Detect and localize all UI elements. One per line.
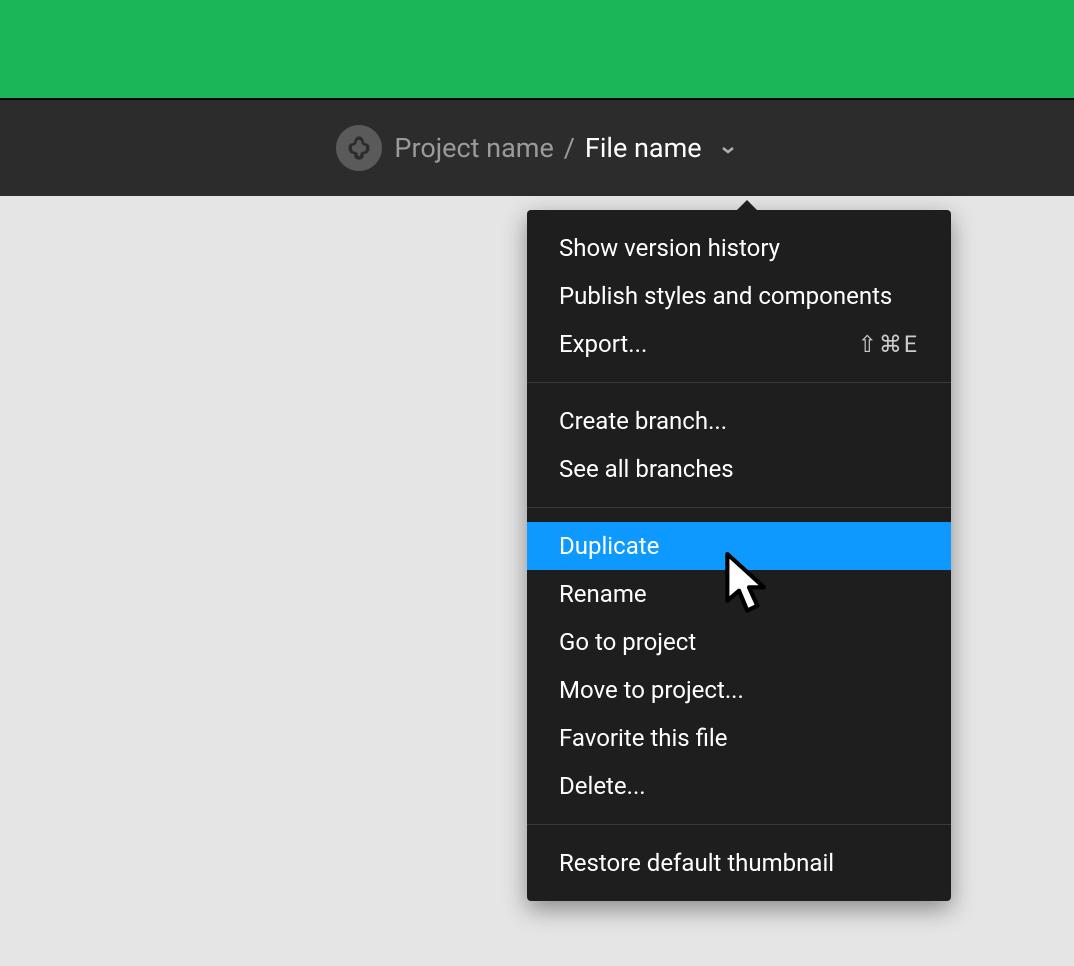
menu-item-label: Restore default thumbnail xyxy=(559,849,834,877)
menu-item-label: Delete... xyxy=(559,772,646,800)
menu-item-restore-thumbnail[interactable]: Restore default thumbnail xyxy=(527,839,951,887)
menu-item-label: Favorite this file xyxy=(559,724,728,752)
menu-item-move-to-project[interactable]: Move to project... xyxy=(527,666,951,714)
menu-item-create-branch[interactable]: Create branch... xyxy=(527,397,951,445)
breadcrumb: Project name / File name xyxy=(394,132,737,164)
file-context-menu: Show version history Publish styles and … xyxy=(527,210,951,901)
menu-item-export[interactable]: Export... ⇧⌘E xyxy=(527,320,951,368)
menu-section: Create branch... See all branches xyxy=(527,397,951,493)
menu-item-label: Move to project... xyxy=(559,676,744,704)
menu-divider xyxy=(527,507,951,508)
menu-item-label: Show version history xyxy=(559,234,780,262)
menu-section: Duplicate Rename Go to project Move to p… xyxy=(527,522,951,810)
menu-section: Restore default thumbnail xyxy=(527,839,951,887)
breadcrumb-separator: / xyxy=(564,132,575,164)
top-banner xyxy=(0,0,1074,98)
menu-item-duplicate[interactable]: Duplicate xyxy=(527,522,951,570)
team-avatar[interactable] xyxy=(336,125,382,171)
team-logo-icon xyxy=(345,134,373,162)
header-bar: Project name / File name xyxy=(0,98,1074,196)
menu-item-rename[interactable]: Rename xyxy=(527,570,951,618)
project-name[interactable]: Project name xyxy=(394,132,553,164)
file-name[interactable]: File name xyxy=(585,132,702,164)
menu-divider xyxy=(527,824,951,825)
menu-item-version-history[interactable]: Show version history xyxy=(527,224,951,272)
menu-item-label: Export... xyxy=(559,330,647,358)
menu-shortcut: ⇧⌘E xyxy=(858,331,919,358)
menu-item-label: Go to project xyxy=(559,628,696,656)
menu-item-label: Rename xyxy=(559,580,647,608)
file-menu-chevron[interactable] xyxy=(718,140,738,160)
menu-item-go-to-project[interactable]: Go to project xyxy=(527,618,951,666)
menu-item-see-branches[interactable]: See all branches xyxy=(527,445,951,493)
chevron-down-icon xyxy=(721,145,735,155)
menu-item-label: Duplicate xyxy=(559,532,659,560)
menu-item-label: Publish styles and components xyxy=(559,282,892,310)
menu-item-delete[interactable]: Delete... xyxy=(527,762,951,810)
menu-item-label: Create branch... xyxy=(559,407,727,435)
menu-divider xyxy=(527,382,951,383)
menu-item-publish[interactable]: Publish styles and components xyxy=(527,272,951,320)
menu-item-favorite[interactable]: Favorite this file xyxy=(527,714,951,762)
menu-section: Show version history Publish styles and … xyxy=(527,224,951,368)
menu-item-label: See all branches xyxy=(559,455,734,483)
